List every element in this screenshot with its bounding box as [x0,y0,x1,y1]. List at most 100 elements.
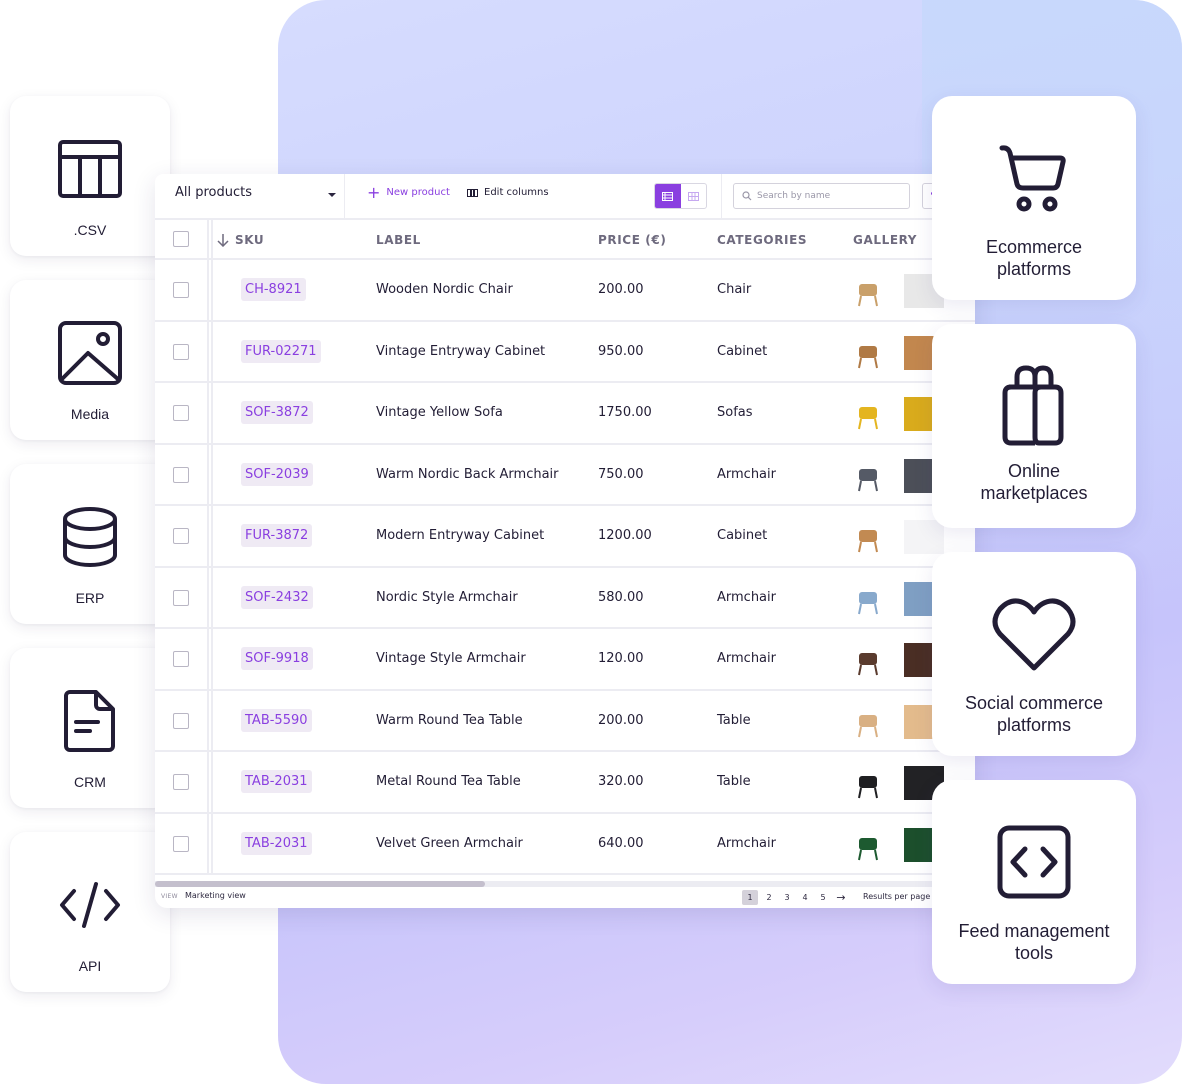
list-view-button[interactable] [655,184,681,208]
column-header-categories[interactable]: CATEGORIES [717,233,807,247]
table-row[interactable]: SOF-3872 Vintage Yellow Sofa 1750.00 Sofas [155,383,975,445]
view-name[interactable]: Marketing view [185,891,246,900]
source-card-media: Media [10,280,170,440]
gallery-thumbnail[interactable] [851,766,885,800]
table-row[interactable]: TAB-2031 Velvet Green Armchair 640.00 Armch… [155,814,975,875]
product-category: Chair [717,282,752,297]
product-label: Warm Nordic Back Armchair [376,466,559,482]
row-checkbox[interactable] [173,405,189,421]
document-icon [57,688,123,754]
table-row[interactable]: SOF-9918 Vintage Style Armchair 120.00 Armc… [155,629,975,691]
view-select[interactable]: All products [155,174,345,218]
product-label: Vintage Style Armchair [376,651,526,666]
product-label: Vintage Yellow Sofa [376,405,503,420]
product-label: Velvet Green Armchair [376,835,523,851]
column-header-sku[interactable]: SKU [217,233,264,247]
product-price: 950.00 [598,343,644,359]
sku-badge[interactable]: TAB-5590 [241,708,312,732]
source-card-csv: .CSV [10,96,170,256]
new-product-button[interactable]: + New product [367,182,450,202]
edit-columns-label: Edit columns [484,187,549,198]
table-header: SKU LABEL PRICE (€) CATEGORIES GALLERY [155,220,975,260]
row-checkbox[interactable] [173,466,189,483]
next-page-arrow-icon[interactable]: → [832,890,850,905]
gallery-thumbnail[interactable] [851,705,885,739]
grid-view-button[interactable] [681,184,707,208]
sku-badge[interactable]: SOF-9918 [241,647,313,670]
sku-badge[interactable]: SOF-3872 [241,401,313,424]
gallery-thumbnail[interactable] [851,397,885,431]
table-row[interactable]: FUR-3872 Modern Entryway Cabinet 1200.00 Ca… [155,506,975,568]
columns-icon [467,188,478,197]
search-box [733,183,910,209]
sku-badge[interactable]: SOF-2432 [241,585,313,609]
product-label: Metal Round Tea Table [376,774,521,789]
source-card-api: API [10,832,170,992]
page-1[interactable]: 1 [742,890,758,905]
sku-badge[interactable]: CH-8921 [241,278,306,301]
product-category: Sofas [717,405,753,420]
row-checkbox[interactable] [173,651,189,667]
table-row[interactable]: FUR-02271 Vintage Entryway Cabinet 950.00 C… [155,322,975,383]
gallery-thumbnail[interactable] [851,520,885,554]
product-price: 580.00 [598,589,644,605]
table-row[interactable]: TAB-2031 Metal Round Tea Table 320.00 Table [155,752,975,814]
gallery-thumbnail[interactable] [851,336,885,370]
product-category: Armchair [717,835,776,851]
edit-columns-button[interactable]: Edit columns [467,187,549,198]
gallery-thumbnail[interactable] [851,828,885,862]
page-5[interactable]: 5 [814,890,832,905]
destination-label: Feed management tools [958,921,1110,963]
source-label: .CSV [73,222,107,238]
page-2[interactable]: 2 [760,890,778,905]
destination-card-ecommerce: Ecommerce platforms [932,96,1136,300]
product-label: Wooden Nordic Chair [376,282,513,297]
sku-badge[interactable]: TAB-2031 [241,831,312,855]
table-row[interactable]: CH-8921 Wooden Nordic Chair 200.00 Chair [155,260,975,322]
product-price: 200.00 [598,282,644,297]
product-category: Armchair [717,651,776,666]
sku-badge[interactable]: FUR-3872 [241,524,313,547]
product-label: Nordic Style Armchair [376,589,518,605]
source-label: Media [70,406,110,422]
page-4[interactable]: 4 [796,890,814,905]
product-table-window: All products + New product Edit columns [155,174,975,908]
product-category: Armchair [717,589,776,605]
product-category: Armchair [717,466,776,482]
product-price: 1200.00 [598,528,652,543]
source-card-erp: ERP [10,464,170,624]
row-checkbox[interactable] [173,835,189,852]
sku-badge[interactable]: TAB-2031 [241,770,312,793]
column-header-gallery[interactable]: GALLERY [853,233,917,247]
source-label: CRM [74,774,106,790]
caret-down-icon [328,193,336,197]
page-3[interactable]: 3 [778,890,796,905]
table-row[interactable]: SOF-2432 Nordic Style Armchair 580.00 Armch… [155,568,975,629]
column-header-label-col[interactable]: LABEL [376,233,421,247]
row-checkbox[interactable] [173,589,189,606]
table-row[interactable]: SOF-2039 Warm Nordic Back Armchair 750.00 A… [155,445,975,506]
row-checkbox[interactable] [173,712,189,729]
grid-icon [687,191,699,201]
search-input[interactable] [757,191,897,201]
column-header-price[interactable]: PRICE (€) [598,233,666,247]
row-checkbox[interactable] [173,528,189,544]
sku-badge[interactable]: FUR-02271 [241,339,321,363]
gallery-thumbnail[interactable] [851,274,885,308]
plus-icon: + [367,182,381,202]
table-row[interactable]: TAB-5590 Warm Round Tea Table 200.00 Table [155,691,975,752]
gallery-thumbnail[interactable] [851,459,885,493]
column-header-label: SKU [235,233,265,247]
row-checkbox[interactable] [173,774,189,790]
product-label: Warm Round Tea Table [376,712,523,728]
gallery-thumbnail[interactable] [851,643,885,677]
heart-icon [989,594,1079,674]
shopping-bag-icon [989,365,1079,446]
gallery-thumbnail[interactable] [851,582,885,616]
row-checkbox[interactable] [173,282,189,298]
row-checkbox[interactable] [173,343,189,360]
product-label: Vintage Entryway Cabinet [376,343,546,359]
select-all-checkbox[interactable] [173,231,189,247]
sku-badge[interactable]: SOF-2039 [241,462,313,486]
results-per-page[interactable]: Results per page 2 [863,892,938,901]
